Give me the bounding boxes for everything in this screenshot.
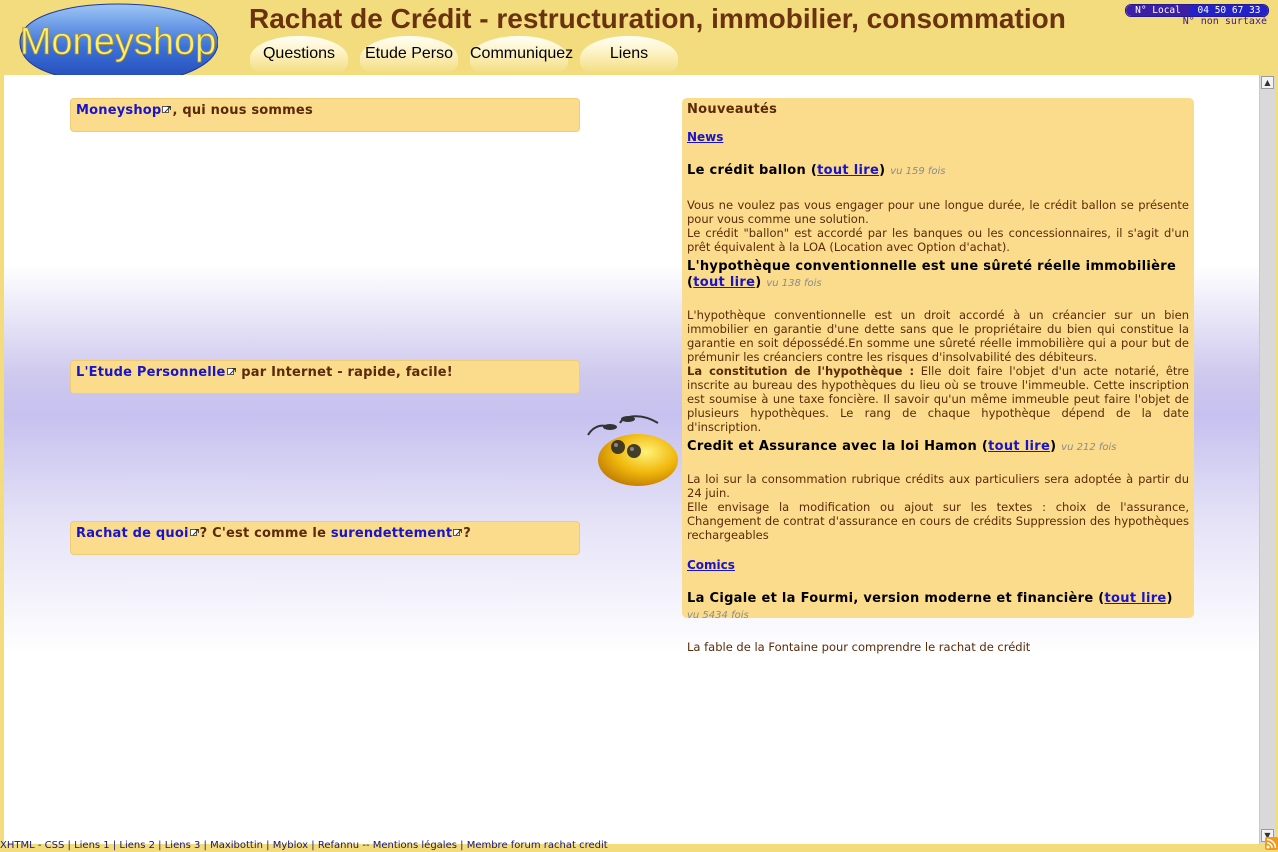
nav-tab-questions[interactable]: Questions [250,36,348,72]
article-paragraph: La fable de la Fontaine pour comprendre … [687,640,1031,654]
nav-tab-etude-perso[interactable]: Etude Perso [360,36,458,72]
view-count: vu 138 fois [766,278,822,289]
footer-separator: | [308,840,318,851]
vertical-scrollbar[interactable]: ▲ ▼ [1259,75,1275,844]
surendettement-link[interactable]: surendettement [331,526,452,541]
footer-link-refannu[interactable]: Refannu [318,840,359,851]
moneyshop-link[interactable]: Moneyshop [76,103,161,118]
footer-link-css[interactable]: CSS [45,840,65,851]
article-paragraph: La loi sur la consommation rubrique créd… [687,472,1189,500]
footer-link-membre-forum[interactable]: Membre forum rachat credit [467,840,608,851]
article-bold-lead: La constitution de l'hypothèque : [687,364,915,378]
external-link-icon [226,368,236,375]
article-title-text: Le crédit ballon [687,163,807,178]
news-box: Nouveautés News Le crédit ballon (tout l… [682,98,1194,654]
article-title: Le crédit ballon (tout lire) vu 159 fois [687,163,946,178]
footer-link-mentions-legales[interactable]: Mentions légales [373,840,457,851]
phone-number[interactable]: 04 50 67 33 32 [1190,5,1268,16]
rachat-de-quoi-link[interactable]: Rachat de quoi [76,526,189,541]
footer-links: XHTML - CSS | Liens 1 | Liens 2 | Liens … [0,840,1260,852]
footer-separator: | [262,840,273,851]
article-loi-hamon: Credit et Assurance avec la loi Hamon (t… [687,439,1189,542]
article-paragraph: Elle envisage la modification ou ajout s… [687,500,1189,542]
view-count: vu 5434 fois [687,610,749,621]
panel-rachat-mid: ? C'est comme le [199,526,331,541]
panel-about: Moneyshop , qui nous sommes [70,98,580,132]
read-more-link[interactable]: tout lire [1105,591,1167,606]
article-paragraph: Vous ne voulez pas vous engager pour une… [687,198,1189,226]
header: Moneyshop Rachat de Crédit - restructura… [0,0,1278,90]
view-count: vu 212 fois [1061,442,1117,453]
site-title: Rachat de Crédit - restructuration, immo… [249,3,1066,34]
read-more-link[interactable]: tout lire [817,163,879,178]
footer-link-liens-2[interactable]: Liens 2 [119,840,155,851]
footer-separator: | [200,840,211,851]
news-section-link[interactable]: News [687,130,1189,144]
footer-link-xhtml[interactable]: XHTML [0,840,35,851]
article-title-text: Credit et Assurance avec la loi Hamon [687,439,978,454]
article-title: La Cigale et la Fourmi, version moderne … [687,591,1173,621]
phone-label: N° Local [1126,5,1190,16]
article-title-text: L'hypothèque conventionnelle est une sûr… [687,259,1177,274]
view-count: vu 159 fois [890,166,946,177]
scroll-up-arrow-icon[interactable]: ▲ [1261,76,1274,89]
article-title: Credit et Assurance avec la loi Hamon (t… [687,439,1117,454]
footer-separator: | [155,840,165,851]
panel-etude-text: par Internet - rapide, facile! [236,365,453,380]
footer-link-liens-3[interactable]: Liens 3 [165,840,201,851]
footer-link-liens-1[interactable]: Liens 1 [74,840,110,851]
article-paragraph: La constitution de l'hypothèque : Elle d… [687,364,1189,434]
panel-etude: L'Etude Personnelle par Internet - rapid… [70,360,580,394]
comics-section-link[interactable]: Comics [687,558,1189,572]
panel-rachat-end: ? [463,526,472,541]
article-paragraph: Le crédit "ballon" est accordé par les b… [687,226,1189,254]
article-credit-ballon: Le crédit ballon (tout lire) vu 159 fois… [687,163,1189,254]
page-content: Moneyshop , qui nous sommes L'Etude Perso… [4,75,1259,844]
panel-about-text: , qui nous sommes [172,103,313,118]
read-more-link[interactable]: tout lire [988,439,1050,454]
nav-tab-communiquez[interactable]: Communiquez [470,36,573,72]
article-title-text: La Cigale et la Fourmi, version moderne … [687,591,1094,606]
article-hypotheque: L'hypothèque conventionnelle est une sûr… [687,259,1189,434]
external-link-icon [162,106,172,113]
footer-link-myblox[interactable]: Myblox [273,840,308,851]
footer-separator: - [34,840,45,851]
footer-separator: | [456,840,467,851]
phone-badge: N° Local 04 50 67 33 32 N° non surtaxé [1125,4,1269,30]
article-cigale-fourmi: La Cigale et la Fourmi, version moderne … [687,591,1189,654]
nav-tab-liens[interactable]: Liens [580,36,678,72]
bee-mascot-image [587,415,678,486]
read-more-link[interactable]: tout lire [693,275,755,290]
external-link-icon [189,529,199,536]
logo-text: Moneyshop [20,21,216,63]
panel-rachat: Rachat de quoi ? C'est comme le surendett… [70,521,580,555]
article-title: L'hypothèque conventionnelle est une sûr… [687,259,1177,290]
article-paragraph: L'hypothèque conventionnelle est un droi… [687,308,1189,364]
footer-separator: | [109,840,120,851]
footer-link-maxibottin[interactable]: Maxibottin [210,840,263,851]
footer-separator: -- [359,840,373,851]
rss-icon[interactable] [1265,837,1278,850]
phone-note: N° non surtaxé [1182,16,1267,27]
news-title: Nouveautés [687,102,778,117]
external-link-icon [453,529,463,536]
footer-separator: | [64,840,75,851]
etude-personnelle-link[interactable]: L'Etude Personnelle [76,365,226,380]
